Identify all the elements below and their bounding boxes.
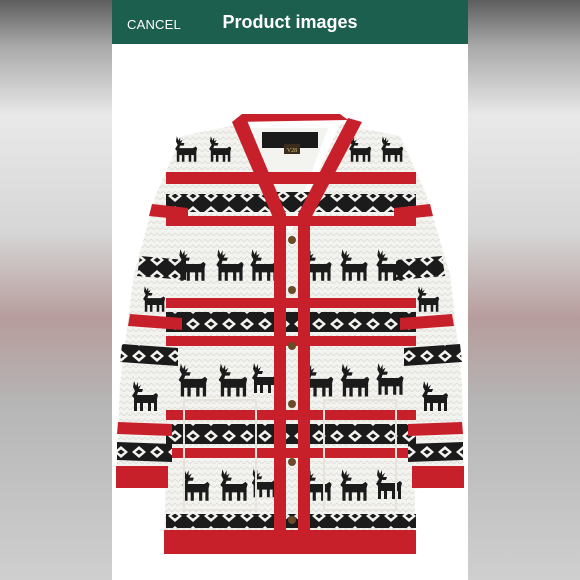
right-sleeve-diamonds-1 <box>396 256 445 280</box>
stripe-red-1 <box>166 172 416 184</box>
button-1 <box>288 236 296 244</box>
right-cuff <box>412 466 464 488</box>
stripe-diamonds-2 <box>166 312 416 332</box>
left-sleeve-stripe-3 <box>117 422 172 436</box>
button-5 <box>288 458 296 466</box>
stripe-diamonds-1 <box>166 194 416 212</box>
button-4 <box>288 400 296 408</box>
dialog-header: CANCEL Product images <box>112 0 468 44</box>
blurred-background-right <box>468 0 580 580</box>
stripe-red-5 <box>166 410 416 420</box>
button-6 <box>288 516 296 524</box>
button-2 <box>288 286 296 294</box>
stripe-red-2 <box>166 216 416 226</box>
brand-label-text: V28 <box>287 148 297 154</box>
left-sleeve-diamonds-3 <box>117 442 172 462</box>
product-image[interactable]: V28 <box>112 44 468 580</box>
right-sleeve-diamonds-3 <box>408 442 463 462</box>
left-cuff <box>116 466 168 488</box>
stripe-red-3 <box>166 298 416 308</box>
product-images-dialog: CANCEL Product images V28 <box>112 0 468 580</box>
hem-rib <box>164 530 416 554</box>
blurred-background-left <box>0 0 112 580</box>
right-sleeve-stripe-3 <box>408 422 463 436</box>
stripe-red-6 <box>166 448 416 458</box>
collar-back <box>232 114 348 122</box>
stripe-diamonds-3 <box>166 424 416 444</box>
button-3 <box>288 342 296 350</box>
left-sleeve-diamonds-1 <box>137 256 186 280</box>
dialog-title: Product images <box>222 12 358 32</box>
sweater-illustration: V28 <box>116 114 464 554</box>
